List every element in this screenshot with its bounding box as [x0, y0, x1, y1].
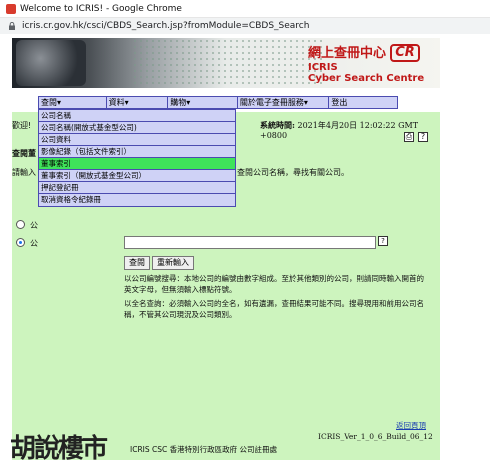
search-help-icon[interactable]: ? — [378, 236, 388, 246]
url-text[interactable]: icris.cr.gov.hk/csci/CBDS_Search.jsp?fro… — [22, 18, 309, 34]
watermark-logo: 胡說樓市 — [10, 434, 108, 464]
site-banner: 網上查冊中心 CR ICRIS Cyber Search Centre — [12, 38, 440, 88]
dropdown-item-directors-index-ofc[interactable]: 董事索引（開放式基金型公司） — [39, 170, 235, 182]
dropdown-item-directors-index[interactable]: 董事索引 — [39, 158, 235, 170]
instruction-left: 請輸入 — [12, 168, 36, 177]
page-viewport: 網上查冊中心 CR ICRIS Cyber Search Centre 查閱▾ … — [12, 34, 440, 460]
back-to-top-link[interactable]: 返回頁頂 — [396, 420, 426, 431]
main-menu: 查閱▾ 資料▾ 購物▾ 關於電子查冊服務▾ 登出 — [38, 96, 398, 109]
reset-button[interactable]: 重新輸入 — [152, 256, 194, 270]
banner-brand: ICRIS Cyber Search Centre — [308, 62, 424, 84]
section-title: 查閱董 — [12, 149, 36, 158]
dropdown-item-image-records[interactable]: 影像紀錄（包括文件索引） — [39, 146, 235, 158]
banner-chinese-title: 網上查冊中心 — [308, 46, 387, 61]
banner-pattern — [132, 38, 322, 88]
radio-search-option-2[interactable] — [16, 238, 25, 247]
dropdown-item-company-name[interactable]: 公司名稱 — [39, 110, 235, 122]
print-icon[interactable]: ⎙ — [404, 132, 414, 142]
search-dropdown-menu: 公司名稱 公司名稱(開放式基金型公司) 公司資料 影像紀錄（包括文件索引） 董事… — [38, 109, 236, 207]
menu-item-logout[interactable]: 登出 — [329, 97, 397, 108]
system-time-label: 系統時間: — [260, 120, 295, 130]
radio-option-1-label: 公 — [30, 221, 38, 230]
menu-item-search[interactable]: 查閱▾ — [39, 97, 107, 108]
welcome-text: 歡迎! — [12, 121, 32, 130]
lock-icon — [9, 22, 15, 30]
tool-icons: ⎙ ? — [404, 132, 428, 142]
brand-line-1: ICRIS — [308, 62, 338, 73]
menu-item-info[interactable]: 資料▾ — [107, 97, 169, 108]
radio-search-option-1[interactable] — [16, 220, 25, 229]
search-button[interactable]: 查閱 — [124, 256, 150, 270]
site-favicon-icon — [6, 4, 16, 14]
menu-item-about[interactable]: 關於電子查冊服務▾ — [238, 97, 330, 108]
search-input[interactable] — [124, 236, 376, 249]
search-notes: 以公司編號搜尋：本地公司的編號由數字組成。至於其他類別的公司，則請同時輸入開首的… — [124, 274, 424, 324]
dropdown-item-charges-register[interactable]: 押記登記冊 — [39, 182, 235, 194]
browser-title-bar: Welcome to ICRIS! - Google Chrome — [0, 0, 490, 18]
window-title: Welcome to ICRIS! - Google Chrome — [20, 4, 182, 14]
instruction-right: 查閱公司名稱，尋找有關公司。 — [237, 168, 349, 177]
help-icon[interactable]: ? — [418, 132, 428, 142]
dropdown-item-company-name-ofc[interactable]: 公司名稱(開放式基金型公司) — [39, 122, 235, 134]
note-full-name: 以全名查詢：必須輸入公司的全名，如有遺漏，查冊結果可能不同。搜尋現用和前用公司名… — [124, 299, 424, 319]
dropdown-item-disqualification-register[interactable]: 取消資格令紀錄冊 — [39, 194, 235, 206]
address-bar[interactable]: icris.cr.gov.hk/csci/CBDS_Search.jsp?fro… — [0, 18, 490, 34]
cr-logo: CR — [390, 44, 420, 62]
footer-text: ICRIS CSC 香港特別行政區政府 公司註冊處 — [130, 445, 278, 454]
dropdown-item-company-info[interactable]: 公司資料 — [39, 134, 235, 146]
banner-globe-image — [16, 40, 86, 86]
version-text: ICRIS_Ver_1_0_6_Build_06_12 — [318, 432, 433, 441]
note-company-number: 以公司編號搜尋：本地公司的編號由數字組成。至於其他類別的公司，則請同時輸入開首的… — [124, 274, 424, 294]
menu-item-shopping[interactable]: 購物▾ — [168, 97, 238, 108]
brand-line-2: Cyber Search Centre — [308, 73, 425, 84]
radio-option-2-label: 公 — [30, 239, 38, 248]
